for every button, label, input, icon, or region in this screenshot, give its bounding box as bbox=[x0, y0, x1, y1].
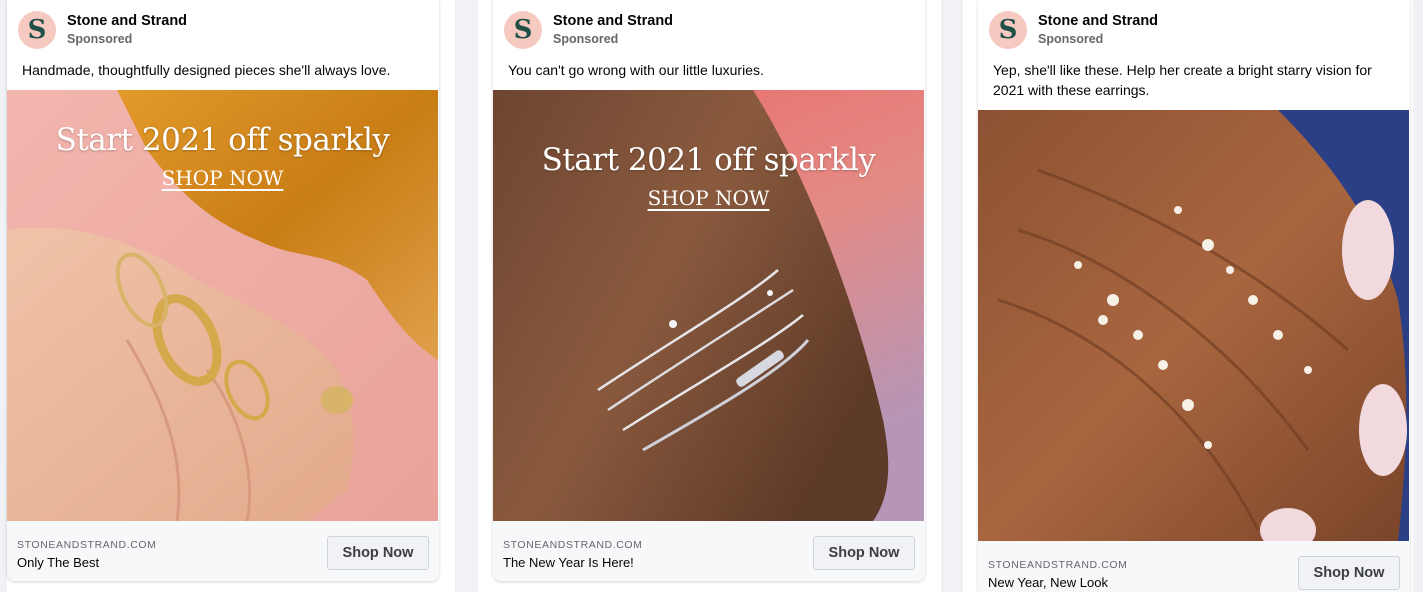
brand-logo-letter: S bbox=[998, 15, 1018, 45]
page-gap bbox=[941, 0, 963, 592]
overlay-title: Start 2021 off sparkly bbox=[55, 122, 390, 158]
brand-logo[interactable]: S bbox=[504, 11, 542, 49]
image-overlay-text: Start 2021 off sparkly SHOP NOW bbox=[493, 142, 924, 210]
page-gap bbox=[455, 0, 478, 592]
ad-footer: STONEANDSTRAND.COM New Year, New Look Sh… bbox=[978, 541, 1410, 592]
ad-image[interactable]: Start 2021 off sparkly SHOP NOW bbox=[7, 90, 438, 521]
overlay-shop-now-link[interactable]: SHOP NOW bbox=[493, 186, 924, 210]
ad-card: S Stone and Strand Sponsored Yep, she'll… bbox=[978, 0, 1410, 592]
overlay-title: Start 2021 off sparkly bbox=[541, 142, 876, 178]
ad-card: S Stone and Strand Sponsored You can't g… bbox=[493, 0, 925, 581]
brand-logo[interactable]: S bbox=[989, 11, 1027, 49]
brand-name[interactable]: Stone and Strand bbox=[1038, 13, 1158, 29]
ad-caption: Yep, she'll like these. Help her create … bbox=[993, 62, 1372, 98]
brand-logo[interactable]: S bbox=[18, 11, 56, 49]
image-overlay-text: Start 2021 off sparkly SHOP NOW bbox=[7, 122, 438, 190]
ad-domain[interactable]: STONEANDSTRAND.COM bbox=[988, 559, 1128, 571]
shop-now-button[interactable]: Shop Now bbox=[1298, 556, 1400, 590]
ad-image[interactable]: Start 2021 off sparkly SHOP NOW bbox=[493, 90, 924, 521]
ad-card: S Stone and Strand Sponsored Handmade, t… bbox=[7, 0, 439, 581]
ad-header: S Stone and Strand Sponsored bbox=[978, 0, 1410, 52]
ad-footer: STONEANDSTRAND.COM Only The Best Shop No… bbox=[7, 521, 439, 581]
ad-headline[interactable]: New Year, New Look bbox=[988, 575, 1108, 590]
ad-headline[interactable]: The New Year Is Here! bbox=[503, 555, 634, 570]
ad-header: S Stone and Strand Sponsored bbox=[493, 0, 925, 52]
brand-logo-letter: S bbox=[513, 15, 533, 45]
ad-header: S Stone and Strand Sponsored bbox=[7, 0, 439, 52]
brand-name[interactable]: Stone and Strand bbox=[553, 13, 673, 29]
ad-domain[interactable]: STONEANDSTRAND.COM bbox=[503, 539, 643, 551]
brand-name[interactable]: Stone and Strand bbox=[67, 13, 187, 29]
ad-footer: STONEANDSTRAND.COM The New Year Is Here!… bbox=[493, 521, 925, 581]
hand-with-earrings-image bbox=[978, 110, 1409, 541]
sponsored-label[interactable]: Sponsored bbox=[553, 32, 618, 46]
ad-caption: Handmade, thoughtfully designed pieces s… bbox=[22, 62, 391, 78]
sponsored-label[interactable]: Sponsored bbox=[1038, 32, 1103, 46]
ad-headline[interactable]: Only The Best bbox=[17, 555, 99, 570]
sponsored-label[interactable]: Sponsored bbox=[67, 32, 132, 46]
overlay-shop-now-link[interactable]: SHOP NOW bbox=[7, 166, 438, 190]
ad-caption: You can't go wrong with our little luxur… bbox=[508, 62, 764, 78]
page-gap bbox=[0, 0, 7, 592]
shop-now-button[interactable]: Shop Now bbox=[327, 536, 429, 570]
page-gap bbox=[1413, 0, 1423, 592]
shop-now-button[interactable]: Shop Now bbox=[813, 536, 915, 570]
ad-image[interactable] bbox=[978, 110, 1409, 541]
ad-domain[interactable]: STONEANDSTRAND.COM bbox=[17, 539, 157, 551]
brand-logo-letter: S bbox=[27, 15, 47, 45]
